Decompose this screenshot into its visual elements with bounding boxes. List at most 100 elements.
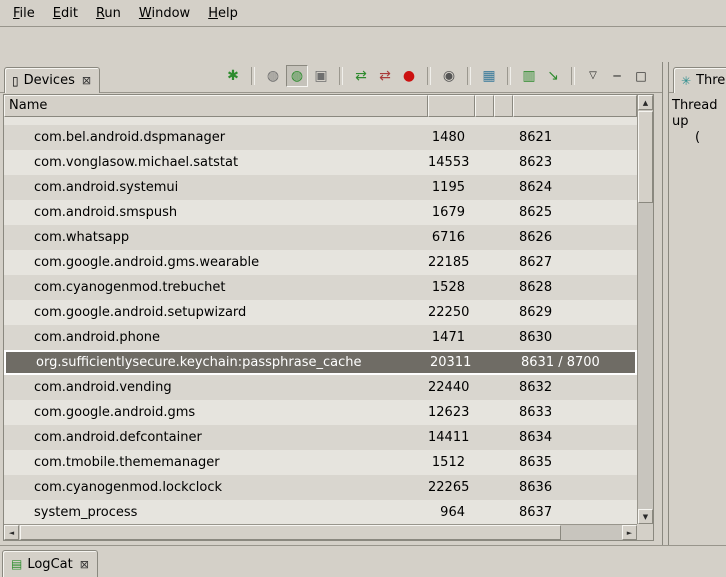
table-row[interactable]: com.android.vending22440 8632 [4,375,637,400]
column-header-2[interactable] [475,95,494,117]
process-name-cell: com.cyanogenmod.trebuchet [4,280,428,295]
pid-cell: 1679 [428,205,475,220]
close-icon[interactable]: ⊠ [80,558,89,571]
update-heap-icon[interactable]: ◍ [262,65,284,87]
table-rows: com.bel.android.dspmanager14808621com.vo… [4,117,637,524]
logcat-tab-label: LogCat [27,557,72,572]
port-cell: 8637 [513,505,637,520]
update-threads-icon[interactable]: ⇄ [350,65,372,87]
vertical-scrollbar[interactable]: ▲ ▼ [637,95,653,524]
tab-threads[interactable]: ✳ Threa [673,67,726,93]
threads-tab-label: Threa [696,73,726,88]
start-profiling-icon[interactable]: ↘ [542,65,564,87]
port-cell: 8631 / 8700 [515,355,635,370]
ddms-window: FileEditRunWindowHelp ▯ Devices ⊠ ✱◍◍▣⇄⇄… [0,0,726,577]
menu-item-run[interactable]: Run [87,2,130,25]
table-row[interactable]: com.android.smspush16798625 [4,200,637,225]
table-row[interactable]: com.android.phone14718630 [4,325,637,350]
table-row[interactable]: com.tmobile.thememanager15128635 [4,450,637,475]
close-icon[interactable]: ⊠ [82,74,91,87]
column-header-1[interactable] [428,95,475,117]
pid-cell: 20311 [430,355,477,370]
pid-cell: 12623 [428,405,475,420]
scroll-right-button[interactable]: ► [622,525,637,540]
column-header-4[interactable] [513,95,637,117]
debug-process-icon[interactable]: ✱ [222,65,244,87]
port-cell: 8626 [513,230,637,245]
pid-cell: 1480 [428,130,475,145]
horizontal-scrollbar[interactable]: ◄ ► [4,524,637,540]
process-name-cell: com.android.systemui [4,180,428,195]
scroll-down-button[interactable]: ▼ [638,509,653,524]
table-row[interactable]: com.google.android.setupwizard222508629 [4,300,637,325]
menu-item-window[interactable]: Window [130,2,199,25]
table-row[interactable]: com.cyanogenmod.lockclock222658636 [4,475,637,500]
pid-cell: 1471 [428,330,475,345]
process-name-cell: com.bel.android.dspmanager [4,130,428,145]
scroll-up-button[interactable]: ▲ [638,95,653,110]
menubar: FileEditRunWindowHelp [0,0,726,27]
port-cell: 8627 [513,255,637,270]
table-row[interactable]: system_process9648637 [4,500,637,524]
port-cell: 8632 [513,380,637,395]
menu-item-file[interactable]: File [4,2,44,25]
pid-cell: 22440 [428,380,475,395]
stop-process-icon[interactable]: ● [398,65,420,87]
method-profiling-icon[interactable]: ▥ [518,65,540,87]
port-cell: 8623 [513,155,637,170]
toolbar-separator [427,67,431,85]
table-row[interactable]: com.cyanogenmod.trebuchet15288628 [4,275,637,300]
horizontal-scroll-thumb[interactable] [20,525,561,540]
table-row[interactable]: com.google.android.gms126238633 [4,400,637,425]
table-row[interactable]: org.sufficientlysecure.keychain:passphra… [4,350,637,375]
port-cell: 8625 [513,205,637,220]
port-cell: 8628 [513,280,637,295]
process-name-cell: system_process [4,505,428,520]
table-row[interactable]: com.bel.android.dspmanager14808621 [4,125,637,150]
table-row[interactable]: com.whatsapp6716 8626 [4,225,637,250]
pid-cell: 6716 [428,230,475,245]
process-name-cell: com.android.defcontainer [4,430,428,445]
thread-status-line-1: Thread up [672,98,723,130]
menu-item-help[interactable]: Help [199,2,247,25]
screen-capture-icon[interactable]: ◉ [438,65,460,87]
column-header-name[interactable]: Name [4,95,428,117]
port-cell: 8630 [513,330,637,345]
maximize-icon[interactable]: □ [630,65,652,87]
cause-gc-icon[interactable]: ▣ [310,65,332,87]
devices-panel: ▯ Devices ⊠ ✱◍◍▣⇄⇄●◉▦▥↘▽─□ Name com.bel.… [0,62,663,545]
pid-cell: 22185 [428,255,475,270]
bottom-bar: ▤ LogCat ⊠ [0,545,726,577]
process-name-cell: com.android.vending [4,380,428,395]
table-row[interactable]: com.google.android.gms.wearable22185 8627 [4,250,637,275]
devices-tab-label: Devices [24,73,75,88]
stop-thread-updates-icon[interactable]: ⇄ [374,65,396,87]
pid-cell: 14553 [428,155,475,170]
view-menu-icon[interactable]: ▽ [582,65,604,87]
table-row[interactable]: com.android.systemui11958624 [4,175,637,200]
scroll-left-button[interactable]: ◄ [4,525,19,540]
devices-panel-header: ▯ Devices ⊠ ✱◍◍▣⇄⇄●◉▦▥↘▽─□ [0,62,662,93]
threads-content: Thread up ( [669,93,726,151]
tab-devices[interactable]: ▯ Devices ⊠ [4,67,100,93]
menu-item-edit[interactable]: Edit [44,2,87,25]
pid-cell: 1512 [428,455,475,470]
port-cell: 8624 [513,180,637,195]
process-name-cell: com.google.android.setupwizard [4,305,428,320]
table-row[interactable]: com.vonglasow.michael.satstat145538623 [4,150,637,175]
tab-logcat[interactable]: ▤ LogCat ⊠ [2,550,98,577]
process-name-cell: com.google.android.gms.wearable [4,255,428,270]
vertical-scroll-thumb[interactable] [638,111,653,203]
port-cell: 8636 [513,480,637,495]
port-cell: 8629 [513,305,637,320]
process-name-cell: com.whatsapp [4,230,428,245]
toolbar-separator [467,67,471,85]
column-header-3[interactable] [494,95,513,117]
dump-hprof-icon[interactable]: ◍ [286,65,308,87]
gallery-icon[interactable]: ▦ [478,65,500,87]
table-row[interactable]: com.android.defcontainer144118634 [4,425,637,450]
minimize-icon[interactable]: ─ [606,65,628,87]
device-icon: ▯ [12,75,19,87]
toolbar-separator [571,67,575,85]
port-cell: 8634 [513,430,637,445]
